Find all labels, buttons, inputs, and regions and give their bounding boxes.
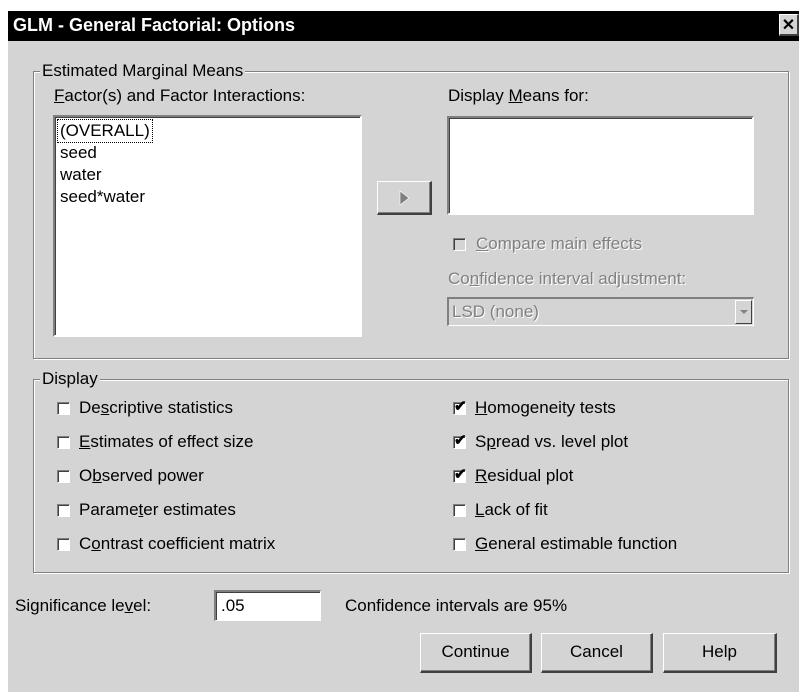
residual-plot-checkbox[interactable]: ✔: [453, 466, 467, 483]
display-means-listbox[interactable]: [447, 116, 754, 215]
ci-adjustment-value: LSD (none): [452, 302, 539, 321]
spread-level-plot-checkbox[interactable]: ✔: [453, 432, 467, 449]
display-means-label: Display Means for:: [448, 86, 589, 105]
emm-group: Estimated Marginal Means Factor(s) and F…: [33, 61, 789, 359]
continue-button[interactable]: Continue: [420, 633, 532, 673]
observed-power-label: Observed power: [79, 466, 204, 485]
right-arrow-icon: [399, 190, 410, 206]
list-item[interactable]: (OVERALL): [57, 119, 153, 143]
observed-power-checkbox[interactable]: [57, 470, 70, 483]
emm-legend: Estimated Marginal Means: [40, 61, 246, 81]
parameter-estimates-label: Parameter estimates: [79, 500, 236, 519]
dialog-body: Estimated Marginal Means Factor(s) and F…: [8, 41, 799, 692]
chevron-down-icon[interactable]: [735, 300, 752, 324]
parameter-estimates-checkbox[interactable]: [57, 504, 70, 517]
display-legend: Display: [40, 369, 100, 389]
contrast-matrix-checkbox[interactable]: [57, 538, 70, 551]
close-icon: ✕: [781, 17, 796, 34]
factors-label: Factor(s) and Factor Interactions:: [54, 86, 306, 105]
check-icon: ✔: [454, 466, 467, 483]
list-item[interactable]: seed*water: [60, 186, 145, 208]
significance-level-input[interactable]: .05: [214, 590, 321, 621]
homogeneity-tests-label: Homogeneity tests: [475, 398, 616, 417]
general-estimable-function-label: General estimable function: [475, 534, 678, 553]
confidence-intervals-text: Confidence intervals are 95%: [345, 596, 568, 615]
compare-main-effects-checkbox[interactable]: [453, 238, 466, 251]
display-group: Display Descriptive statistics Estimates…: [33, 369, 789, 573]
title-bar[interactable]: GLM - General Factorial: Options ✕: [8, 11, 799, 41]
cancel-button[interactable]: Cancel: [541, 633, 653, 673]
window-title: GLM - General Factorial: Options: [13, 15, 296, 35]
compare-main-effects-label: Compare main effects: [476, 234, 642, 253]
move-right-button[interactable]: [377, 181, 432, 215]
significance-level-value: .05: [221, 596, 245, 615]
factors-listbox[interactable]: (OVERALL) seed water seed*water: [53, 115, 362, 337]
lack-of-fit-checkbox[interactable]: [453, 504, 466, 517]
help-button[interactable]: Help: [663, 633, 777, 673]
check-icon: ✔: [454, 432, 467, 449]
list-item[interactable]: seed: [60, 142, 97, 164]
homogeneity-tests-checkbox[interactable]: ✔: [453, 398, 467, 415]
lack-of-fit-label: Lack of fit: [475, 500, 548, 519]
residual-plot-label: Residual plot: [475, 466, 574, 485]
descriptive-statistics-label: Descriptive statistics: [79, 398, 233, 417]
effect-size-label: Estimates of effect size: [79, 432, 254, 451]
ci-adjustment-label: Confidence interval adjustment:: [448, 269, 687, 288]
significance-level-label: Significance level:: [15, 596, 152, 615]
descriptive-statistics-checkbox[interactable]: [57, 402, 70, 415]
check-icon: ✔: [454, 398, 467, 415]
effect-size-checkbox[interactable]: [57, 436, 70, 449]
options-dialog: GLM - General Factorial: Options ✕ Estim…: [0, 0, 799, 692]
contrast-matrix-label: Contrast coefficient matrix: [79, 534, 276, 553]
list-item[interactable]: water: [60, 164, 102, 186]
close-button[interactable]: ✕: [779, 14, 799, 36]
ci-adjustment-dropdown[interactable]: LSD (none): [447, 297, 754, 326]
general-estimable-function-checkbox[interactable]: [453, 538, 466, 551]
spread-level-plot-label: Spread vs. level plot: [475, 432, 629, 451]
